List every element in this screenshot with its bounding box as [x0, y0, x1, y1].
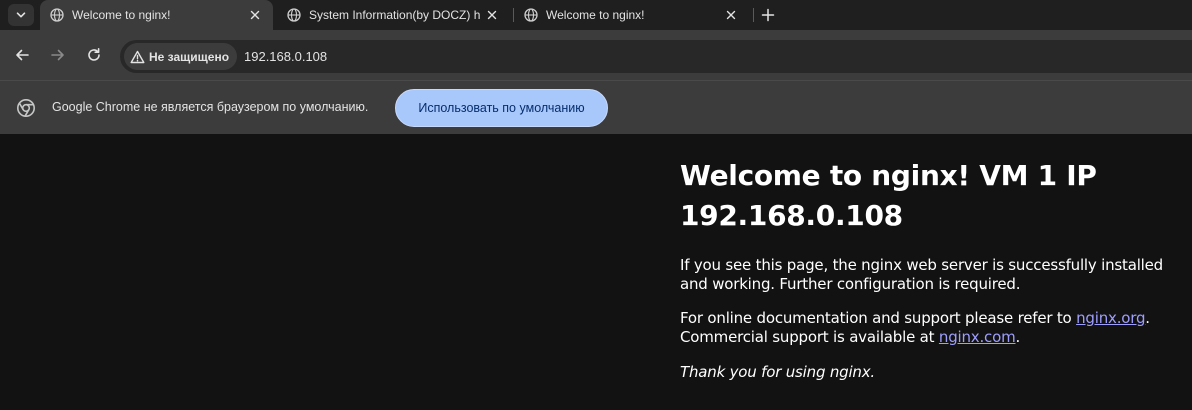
forward-button[interactable]	[48, 45, 68, 65]
toolbar: Не защищено 192.168.0.108	[0, 30, 1192, 80]
thank-you-message: Thank you for using nginx.	[680, 363, 875, 381]
tab-title: Welcome to nginx!	[72, 8, 171, 22]
reload-button[interactable]	[84, 45, 104, 65]
page-viewport: Welcome to nginx! VM 1 IP 192.168.0.108 …	[0, 134, 1192, 410]
plus-icon	[761, 8, 775, 22]
arrow-right-icon	[51, 49, 64, 61]
arrow-left-icon	[16, 49, 29, 61]
tab-system-information[interactable]: System Information(by DOCZ) h	[277, 0, 510, 30]
close-icon[interactable]	[247, 7, 263, 23]
globe-icon	[524, 8, 538, 22]
support-message: For online documentation and support ple…	[680, 309, 1190, 347]
security-chip[interactable]: Не защищено	[124, 43, 238, 70]
address-bar[interactable]: Не защищено 192.168.0.108	[120, 40, 1192, 73]
close-icon[interactable]	[484, 7, 500, 23]
tab-search-button[interactable]	[8, 4, 34, 26]
new-tab-button[interactable]	[758, 5, 778, 25]
tab-title: System Information(by DOCZ) h	[309, 8, 481, 22]
nginx-com-link[interactable]: nginx.com	[939, 328, 1016, 346]
globe-icon	[287, 8, 301, 22]
page-heading: Welcome to nginx! VM 1 IP 192.168.0.108	[680, 159, 1097, 232]
support-text-1: For online documentation and support ple…	[680, 309, 1077, 327]
install-message: If you see this page, the nginx web serv…	[680, 256, 1163, 293]
tab-strip: Welcome to nginx! System Information(by …	[0, 0, 1192, 30]
chevron-down-icon	[16, 12, 26, 18]
security-label: Не защищено	[149, 49, 230, 64]
support-text-3: .	[1015, 328, 1021, 346]
close-icon[interactable]	[723, 7, 739, 23]
tab-title: Welcome to nginx!	[546, 8, 645, 22]
globe-icon	[50, 8, 64, 22]
set-default-button[interactable]: Использовать по умолчанию	[395, 89, 608, 127]
reload-icon	[88, 48, 100, 61]
chrome-logo-icon	[17, 99, 35, 117]
default-browser-infobar: Google Chrome не является браузером по у…	[0, 80, 1192, 134]
tab-welcome-nginx-2[interactable]: Welcome to nginx!	[514, 0, 750, 30]
infobar-message: Google Chrome не является браузером по у…	[52, 100, 369, 114]
back-button[interactable]	[12, 45, 32, 65]
warning-triangle-icon	[130, 50, 145, 63]
tab-separator	[753, 8, 754, 22]
url-text[interactable]: 192.168.0.108	[244, 49, 327, 64]
nginx-org-link[interactable]: nginx.org	[1076, 309, 1145, 327]
tab-welcome-nginx-1[interactable]: Welcome to nginx!	[40, 0, 273, 30]
